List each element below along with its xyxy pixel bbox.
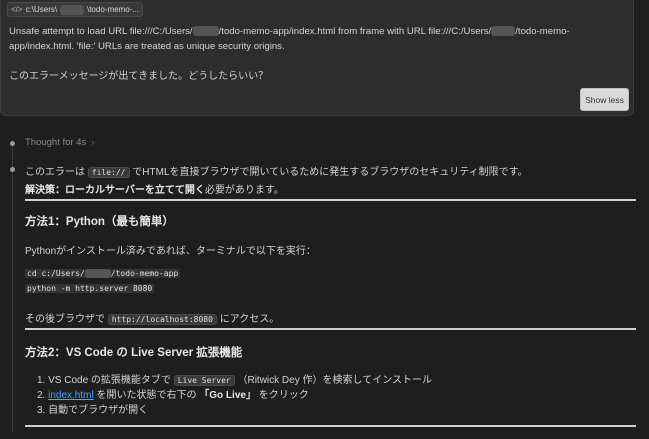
intro-post: でHTMLを直接ブラウザで開いているために発生するブラウザのセキュリティ制限です… — [132, 167, 528, 178]
list-item: 2. index.html を開いた状態で右下の 「Go Live」 をクリック — [37, 386, 309, 401]
redacted-username — [60, 4, 84, 15]
method2-heading: 方法2：VS Code の Live Server 拡張機能 — [25, 347, 243, 359]
method1-desc: Pythonがインストール済みであれば、ターミナルで以下を実行： — [25, 246, 316, 257]
file-chip-suffix: \todo-memo-... — [86, 5, 139, 14]
user-question: このエラーメッセージが出てきました。どうしたらいい？ — [9, 71, 269, 82]
error-line1-mid: /todo-memo-app/index.html from frame wit… — [218, 26, 492, 37]
item2-post: をクリック — [258, 390, 309, 401]
divider — [25, 425, 636, 427]
redacted-username — [192, 26, 219, 37]
item3-text: 自動でブラウザが開く — [48, 405, 149, 416]
code-file-icon: </> — [11, 5, 23, 14]
code-block: cd c:/Users/ /todo-memo-app python -m htt… — [25, 266, 625, 296]
redacted-username — [491, 26, 516, 37]
timeline-dot — [10, 141, 15, 146]
code-line2: python -m http.server 8080 — [25, 284, 155, 293]
code-line1-pre: cd c:/Users/ — [27, 269, 85, 278]
inline-code: file:// — [87, 167, 130, 178]
solution-bold: 解決策：ローカルサーバーを立てて開く — [25, 185, 205, 196]
user-message-card: </> c:\Users\ \todo-memo-... Unsafe atte… — [0, 0, 634, 116]
intro-line: このエラーは file:// でHTMLを直接ブラウザで開いているために発生する… — [25, 163, 528, 178]
method1-heading: 方法1：Python（最も簡単） — [25, 216, 174, 228]
show-less-button[interactable]: Show less — [580, 88, 629, 111]
error-line1-end: /todo-memo- — [515, 26, 570, 37]
error-line1: Unsafe attempt to load URL file:///C:/Us… — [9, 26, 193, 37]
code-line1-post: /todo-memo-app — [110, 269, 179, 278]
item2-bold: 「Go Live」 — [199, 390, 256, 401]
list-number: 1. — [37, 375, 46, 386]
timeline-dot — [10, 167, 15, 172]
inline-code: http://localhost:8080 — [107, 314, 217, 325]
method1-after: その後ブラウザで http://localhost:8080 にアクセス。 — [25, 310, 279, 325]
item1-post: （Ritwick Dey 作）を検索してインストール — [237, 375, 432, 386]
thought-label: Thought for 4s — [25, 137, 87, 148]
item1-pre: VS Code の拡張機能タブで — [48, 375, 171, 386]
divider — [25, 328, 636, 330]
divider — [25, 199, 636, 201]
list-number: 3. — [37, 405, 46, 416]
list-number: 2. — [37, 390, 46, 401]
index-html-link[interactable]: index.html — [48, 390, 94, 401]
thought-toggle[interactable]: Thought for 4s › — [25, 137, 94, 148]
solution-line: 解決策：ローカルサーバーを立てて開く必要があります。 — [25, 181, 284, 196]
code-line: python -m http.server 8080 — [25, 281, 625, 296]
intro-pre: このエラーは — [25, 167, 85, 178]
file-chip-prefix: c:\Users\ — [25, 5, 58, 14]
timeline-rail — [12, 142, 13, 432]
list-item: 3. 自動でブラウザが開く — [37, 401, 148, 416]
list-item: 1. VS Code の拡張機能タブで Live Server （Ritwick… — [37, 371, 432, 386]
code-line: cd c:/Users/ /todo-memo-app — [25, 266, 625, 281]
solution-rest: 必要があります。 — [204, 185, 284, 196]
redacted-username — [84, 269, 111, 278]
item2-mid: を開いた状態で右下の — [96, 390, 197, 401]
file-context-chip[interactable]: </> c:\Users\ \todo-memo-... — [7, 2, 143, 17]
error-message-text: Unsafe attempt to load URL file:///C:/Us… — [9, 24, 619, 54]
chevron-right-icon: › — [91, 137, 95, 148]
after-pre: その後ブラウザで — [25, 314, 105, 325]
error-line2: app/index.html. 'file:' URLs are treated… — [9, 41, 285, 52]
after-post: にアクセス。 — [219, 314, 280, 325]
inline-code: Live Server — [173, 375, 235, 386]
